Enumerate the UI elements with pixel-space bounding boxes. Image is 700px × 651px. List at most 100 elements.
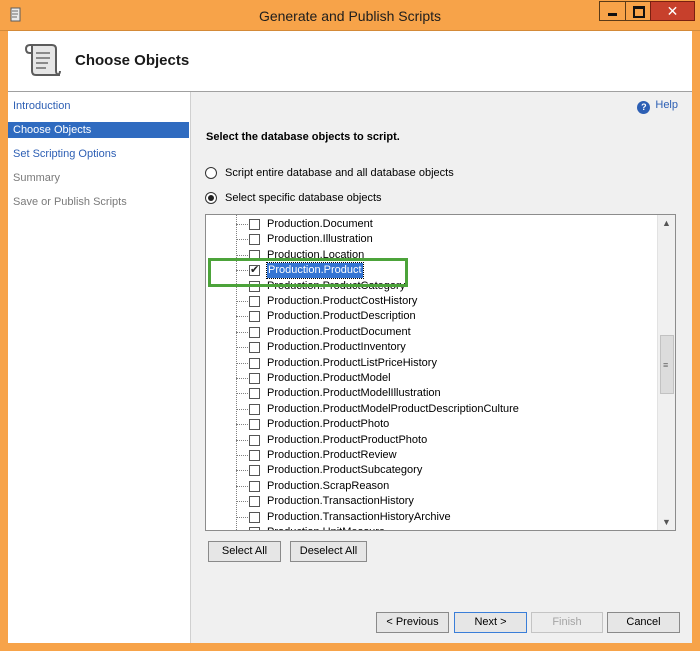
tree-connector [236, 378, 248, 379]
tree-item-label: Production.ProductDocument [267, 325, 411, 338]
tree-item-checkbox[interactable] [249, 342, 260, 354]
next-button[interactable]: Next > [454, 612, 527, 633]
tree-item-checkbox[interactable] [249, 511, 260, 523]
cancel-button[interactable]: Cancel [607, 612, 680, 633]
tree-item[interactable]: Production.TransactionHistory [206, 494, 646, 509]
scroll-down-arrow-icon[interactable]: ▼ [658, 514, 675, 530]
tree-connector [236, 470, 248, 472]
tree-connector [236, 254, 248, 256]
tree-item[interactable]: Production.ProductListPriceHistory [206, 356, 646, 371]
tree-connector [236, 362, 248, 364]
tree-item[interactable]: Production.ProductPhoto [206, 417, 646, 432]
tree-item-label: Production.ProductCostHistory [267, 295, 418, 307]
tree-item-checkbox[interactable] [249, 357, 260, 369]
tree-item-label: Production.Document [267, 218, 373, 230]
title-bar: Generate and Publish Scripts ✕ [0, 0, 700, 31]
sidebar-item-summary: Summary [13, 172, 61, 184]
tree-connector [236, 516, 248, 518]
tree-connector [236, 301, 248, 302]
finish-button: Finish [531, 612, 603, 633]
tree-item[interactable]: Production.ProductModel [206, 371, 646, 386]
tree-item-checkbox[interactable] [249, 388, 260, 400]
tree-item-label: Production.ProductListPriceHistory [267, 356, 437, 369]
window-frame-left [0, 31, 8, 651]
tree-item[interactable]: Production.ProductSubcategory [206, 463, 646, 478]
select-specific-objects-radio[interactable]: Select specific database objects [205, 192, 382, 204]
tree-item-checkbox[interactable] [249, 480, 260, 492]
main-panel: ? Help Select the database objects to scr… [191, 92, 692, 643]
radio-label-entire: Script entire database and all database … [225, 167, 454, 179]
tree-item[interactable]: Production.ProductReview [206, 448, 646, 463]
minimize-button[interactable] [599, 1, 626, 21]
close-button[interactable]: ✕ [650, 1, 695, 21]
previous-button[interactable]: < Previous [376, 612, 449, 633]
tree-item-label: Production.ProductSubcategory [267, 464, 423, 477]
tree-connector [236, 347, 248, 349]
tree-item-checkbox[interactable] [249, 311, 260, 323]
sidebar-item-choose-objects[interactable]: Choose Objects [8, 122, 189, 138]
page-title: Choose Objects [75, 52, 190, 69]
deselect-all-button[interactable]: Deselect All [290, 541, 367, 562]
select-all-button[interactable]: Select All [208, 541, 281, 562]
tree-item-checkbox[interactable] [249, 234, 260, 246]
tree-item-checkbox[interactable] [249, 403, 260, 415]
tree-item[interactable]: Production.ScrapReason [206, 479, 646, 494]
wizard-header: Choose Objects [8, 31, 692, 92]
tree-item[interactable]: Production.ProductModelProductDescriptio… [206, 402, 646, 417]
script-entire-database-radio[interactable]: Script entire database and all database … [205, 167, 454, 179]
tree-item-checkbox[interactable] [249, 326, 260, 338]
tree-item-checkbox[interactable] [249, 450, 260, 461]
tree-item-label: Production.ProductReview [267, 449, 397, 461]
sidebar-item-set-scripting-options[interactable]: Set Scripting Options [8, 146, 189, 162]
help-icon: ? [637, 101, 651, 114]
sidebar-item-introduction[interactable]: Introduction [8, 98, 189, 114]
help-link[interactable]: ? Help [637, 99, 678, 114]
maximize-button[interactable] [625, 1, 651, 21]
tree-item-label: Production.ProductModelProductDescriptio… [267, 402, 519, 415]
sidebar-item-save-or-publish-scripts: Save or Publish Scripts [13, 196, 127, 208]
tree-item[interactable]: Production.Illustration [206, 232, 646, 247]
tree-connector [236, 408, 248, 410]
scroll-thumb[interactable]: ≡ [660, 335, 674, 394]
tree-item-checkbox[interactable] [249, 496, 260, 508]
tree-item[interactable]: Production.Document [206, 217, 646, 232]
tree-connector [236, 331, 248, 333]
tree-item[interactable]: Production.ProductCostHistory [206, 294, 646, 309]
tree-connector [236, 455, 248, 456]
scroll-up-arrow-icon[interactable]: ▲ [658, 215, 675, 231]
wizard-steps-sidebar: Introduction Choose Objects Set Scriptin… [8, 92, 191, 643]
tree-item[interactable]: Production.TransactionHistoryArchive [206, 510, 646, 525]
tree-item-checkbox[interactable] [249, 419, 260, 431]
tree-item[interactable]: Production.ProductDescription [206, 309, 646, 324]
annotation-highlight-box [208, 258, 408, 287]
tree-item[interactable]: Production.ProductModelIllustration [206, 386, 646, 401]
tree-connector [236, 485, 248, 487]
tree-item-label: Production.ProductDescription [267, 310, 416, 323]
vertical-scrollbar[interactable]: ▲ ≡ ▼ [657, 215, 675, 530]
tree-item-checkbox[interactable] [249, 219, 260, 230]
tree-item-label: Production.UnitMeasure [267, 525, 385, 530]
tree-item-label: Production.TransactionHistory [267, 495, 414, 508]
tree-item-checkbox[interactable] [249, 434, 260, 446]
close-icon: ✕ [666, 3, 679, 19]
tree-item[interactable]: Production.ProductDocument [206, 325, 646, 340]
tree-connector [236, 439, 248, 441]
tree-item-label: Production.TransactionHistoryArchive [267, 510, 451, 523]
tree-item-checkbox[interactable] [249, 373, 260, 384]
tree-connector [236, 424, 248, 426]
tree-item[interactable]: Production.ProductProductPhoto [206, 433, 646, 448]
tree-connector [236, 501, 248, 503]
tree-item-checkbox[interactable] [249, 296, 260, 307]
tree-item-label: Production.ProductModelIllustration [267, 387, 441, 400]
radio-button-entire[interactable] [205, 167, 217, 179]
tree-item-label: Production.ProductModel [267, 372, 391, 384]
window-frame-bottom [0, 643, 700, 651]
tree-item-checkbox[interactable] [249, 527, 260, 530]
tree-item-label: Production.ProductInventory [267, 341, 406, 354]
tree-item-checkbox[interactable] [249, 465, 260, 477]
help-label: Help [655, 99, 678, 111]
tree-connector [236, 224, 248, 225]
tree-item[interactable]: Production.ProductInventory [206, 340, 646, 355]
tree-item[interactable]: Production.UnitMeasure [206, 525, 646, 530]
radio-button-specific[interactable] [205, 192, 217, 204]
